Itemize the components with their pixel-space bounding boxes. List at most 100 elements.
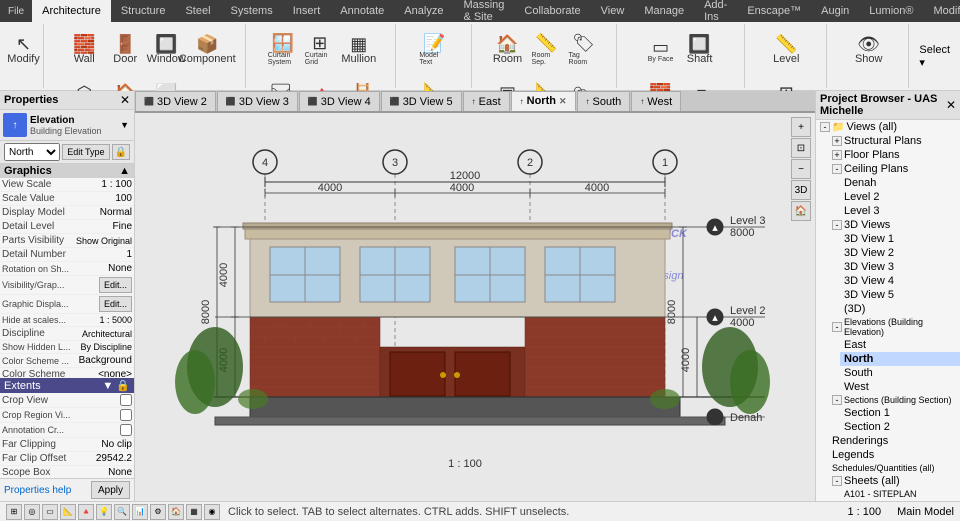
tab-architecture[interactable]: Architecture bbox=[32, 0, 111, 22]
tab-systems[interactable]: Systems bbox=[221, 0, 283, 22]
status-icon-4[interactable]: 📐 bbox=[60, 504, 76, 520]
tree-3d-view-4[interactable]: 3D View 4 bbox=[840, 274, 960, 288]
tag-room-button[interactable]: 🏷Tag Room bbox=[566, 26, 602, 74]
north-close-button[interactable]: ✕ bbox=[559, 96, 567, 107]
tab-modify[interactable]: Modify bbox=[923, 0, 960, 22]
room-button[interactable]: 🏠Room bbox=[488, 26, 528, 74]
tab-3d-view-5[interactable]: ⬛ 3D View 5 bbox=[381, 91, 462, 111]
tab-enscape[interactable]: Enscape™ bbox=[737, 0, 811, 22]
level-button[interactable]: 📏Level bbox=[766, 26, 806, 74]
tab-massing[interactable]: Massing & Site bbox=[453, 0, 514, 22]
annotation-crop-checkbox[interactable] bbox=[120, 424, 132, 436]
sections-toggle[interactable]: - bbox=[832, 395, 842, 405]
tree-3d-view-3[interactable]: 3D View 3 bbox=[840, 260, 960, 274]
visibility-edit-button[interactable]: Edit... bbox=[99, 277, 132, 293]
curtain-system-button[interactable]: 🪟Curtain System bbox=[265, 26, 301, 74]
tab-west[interactable]: ↑ West bbox=[631, 91, 681, 111]
elevation-select[interactable]: North bbox=[4, 143, 60, 161]
tree-east[interactable]: East bbox=[840, 338, 960, 352]
door-button[interactable]: 🚪Door bbox=[105, 26, 145, 74]
component-button[interactable]: 📦Component bbox=[187, 26, 227, 74]
tree-3d-view-5[interactable]: 3D View 5 bbox=[840, 288, 960, 302]
zoom-home-button[interactable]: 🏠 bbox=[791, 201, 811, 221]
tree-north[interactable]: North bbox=[840, 352, 960, 366]
tree-a101[interactable]: A101 - SITEPLAN bbox=[840, 488, 960, 500]
extents-section-header[interactable]: Extents ▼ 🔒 bbox=[0, 378, 134, 393]
floor-plans-toggle[interactable]: + bbox=[832, 150, 842, 160]
tab-annotate[interactable]: Annotate bbox=[330, 0, 394, 22]
crop-region-checkbox[interactable] bbox=[120, 409, 132, 421]
tree-elevations[interactable]: - Elevations (Building Elevation) bbox=[828, 316, 960, 338]
status-icon-11[interactable]: ▦ bbox=[186, 504, 202, 520]
views-all-toggle[interactable]: - bbox=[820, 122, 830, 132]
zoom-out-button[interactable]: − bbox=[791, 159, 811, 179]
tab-view[interactable]: View bbox=[591, 0, 635, 22]
tab-steel[interactable]: Steel bbox=[175, 0, 220, 22]
tree-sections[interactable]: - Sections (Building Section) bbox=[828, 394, 960, 406]
tree-ceiling-plans[interactable]: - Ceiling Plans bbox=[828, 162, 960, 176]
tab-collaborate[interactable]: Collaborate bbox=[514, 0, 590, 22]
tree-schedules[interactable]: Schedules/Quantities (all) bbox=[828, 462, 960, 474]
status-icon-6[interactable]: 💡 bbox=[96, 504, 112, 520]
model-text-button[interactable]: 📝Model Text bbox=[416, 26, 452, 74]
properties-close-button[interactable]: ✕ bbox=[120, 93, 130, 107]
tree-west[interactable]: West bbox=[840, 380, 960, 394]
mullion-button[interactable]: ▦Mullion bbox=[339, 26, 379, 74]
select-dropdown[interactable]: Select ▾ bbox=[913, 24, 956, 88]
tree-section1[interactable]: Section 1 bbox=[840, 406, 960, 420]
status-icon-10[interactable]: 🏠 bbox=[168, 504, 184, 520]
show-button[interactable]: 👁Show bbox=[849, 26, 889, 74]
tab-analyze[interactable]: Analyze bbox=[394, 0, 453, 22]
tree-floor-plans[interactable]: + Floor Plans bbox=[828, 148, 960, 162]
properties-info-button[interactable]: 🔒 bbox=[112, 144, 130, 160]
tree-renderings[interactable]: Renderings bbox=[828, 434, 960, 448]
tree-a102[interactable]: A102 - DENAH bbox=[840, 500, 960, 501]
status-icon-12[interactable]: ◉ bbox=[204, 504, 220, 520]
room-separator-button[interactable]: 📏Room Sep. bbox=[529, 26, 565, 74]
zoom-in-button[interactable]: + bbox=[791, 117, 811, 137]
graphic-edit-button[interactable]: Edit... bbox=[99, 296, 132, 312]
tree-3d-view-1[interactable]: 3D View 1 bbox=[840, 232, 960, 246]
tab-file[interactable]: File bbox=[0, 0, 32, 22]
shaft-button[interactable]: 🔲Shaft bbox=[680, 26, 720, 74]
project-browser-close-button[interactable]: ✕ bbox=[946, 98, 956, 112]
tab-manage[interactable]: Manage bbox=[634, 0, 694, 22]
tree-3d[interactable]: (3D) bbox=[840, 302, 960, 316]
tree-section2[interactable]: Section 2 bbox=[840, 420, 960, 434]
tree-denah[interactable]: Denah bbox=[840, 176, 960, 190]
status-icon-9[interactable]: ⚙ bbox=[150, 504, 166, 520]
status-icon-7[interactable]: 🔍 bbox=[114, 504, 130, 520]
tab-3d-view-2[interactable]: ⬛ 3D View 2 bbox=[135, 91, 216, 111]
sheets-toggle[interactable]: - bbox=[832, 476, 842, 486]
tree-structural-plans[interactable]: + Structural Plans bbox=[828, 134, 960, 148]
zoom-3d-button[interactable]: 3D bbox=[791, 180, 811, 200]
wall-button[interactable]: 🧱Wall bbox=[64, 26, 104, 74]
status-icon-1[interactable]: ⊞ bbox=[6, 504, 22, 520]
status-icon-8[interactable]: 📊 bbox=[132, 504, 148, 520]
tree-legends[interactable]: Legends bbox=[828, 448, 960, 462]
status-icon-5[interactable]: 🔺 bbox=[78, 504, 94, 520]
tab-south[interactable]: ↑ South bbox=[577, 91, 631, 111]
tab-structure[interactable]: Structure bbox=[111, 0, 176, 22]
tab-augin[interactable]: Augin bbox=[811, 0, 859, 22]
tab-addins[interactable]: Add-Ins bbox=[694, 0, 737, 22]
curtain-grid-button[interactable]: ⊞Curtain Grid bbox=[302, 26, 338, 74]
edit-type-button[interactable]: Edit Type bbox=[62, 144, 109, 160]
tree-3d-view-2[interactable]: 3D View 2 bbox=[840, 246, 960, 260]
status-icon-3[interactable]: ▭ bbox=[42, 504, 58, 520]
tree-level3-plan[interactable]: Level 3 bbox=[840, 204, 960, 218]
window-button[interactable]: 🔲Window bbox=[146, 26, 186, 74]
structural-toggle[interactable]: + bbox=[832, 136, 842, 146]
properties-expand-icon[interactable]: ▼ bbox=[118, 118, 131, 132]
tab-3d-view-3[interactable]: ⬛ 3D View 3 bbox=[217, 91, 298, 111]
graphics-section-header[interactable]: Graphics ▲ bbox=[0, 164, 134, 178]
modify-button[interactable]: ↖ Modify bbox=[4, 26, 44, 74]
tree-sheets[interactable]: - Sheets (all) bbox=[828, 474, 960, 488]
tree-views-all[interactable]: - 📁 Views (all) bbox=[816, 120, 960, 134]
crop-view-checkbox[interactable] bbox=[120, 394, 132, 406]
zoom-fit-button[interactable]: ⊡ bbox=[791, 138, 811, 158]
elevations-toggle[interactable]: - bbox=[832, 322, 842, 332]
byface-button[interactable]: ▭By Face bbox=[643, 26, 679, 74]
tab-east[interactable]: ↑ East bbox=[463, 91, 510, 111]
tab-north[interactable]: ↑ North ✕ bbox=[511, 91, 576, 111]
